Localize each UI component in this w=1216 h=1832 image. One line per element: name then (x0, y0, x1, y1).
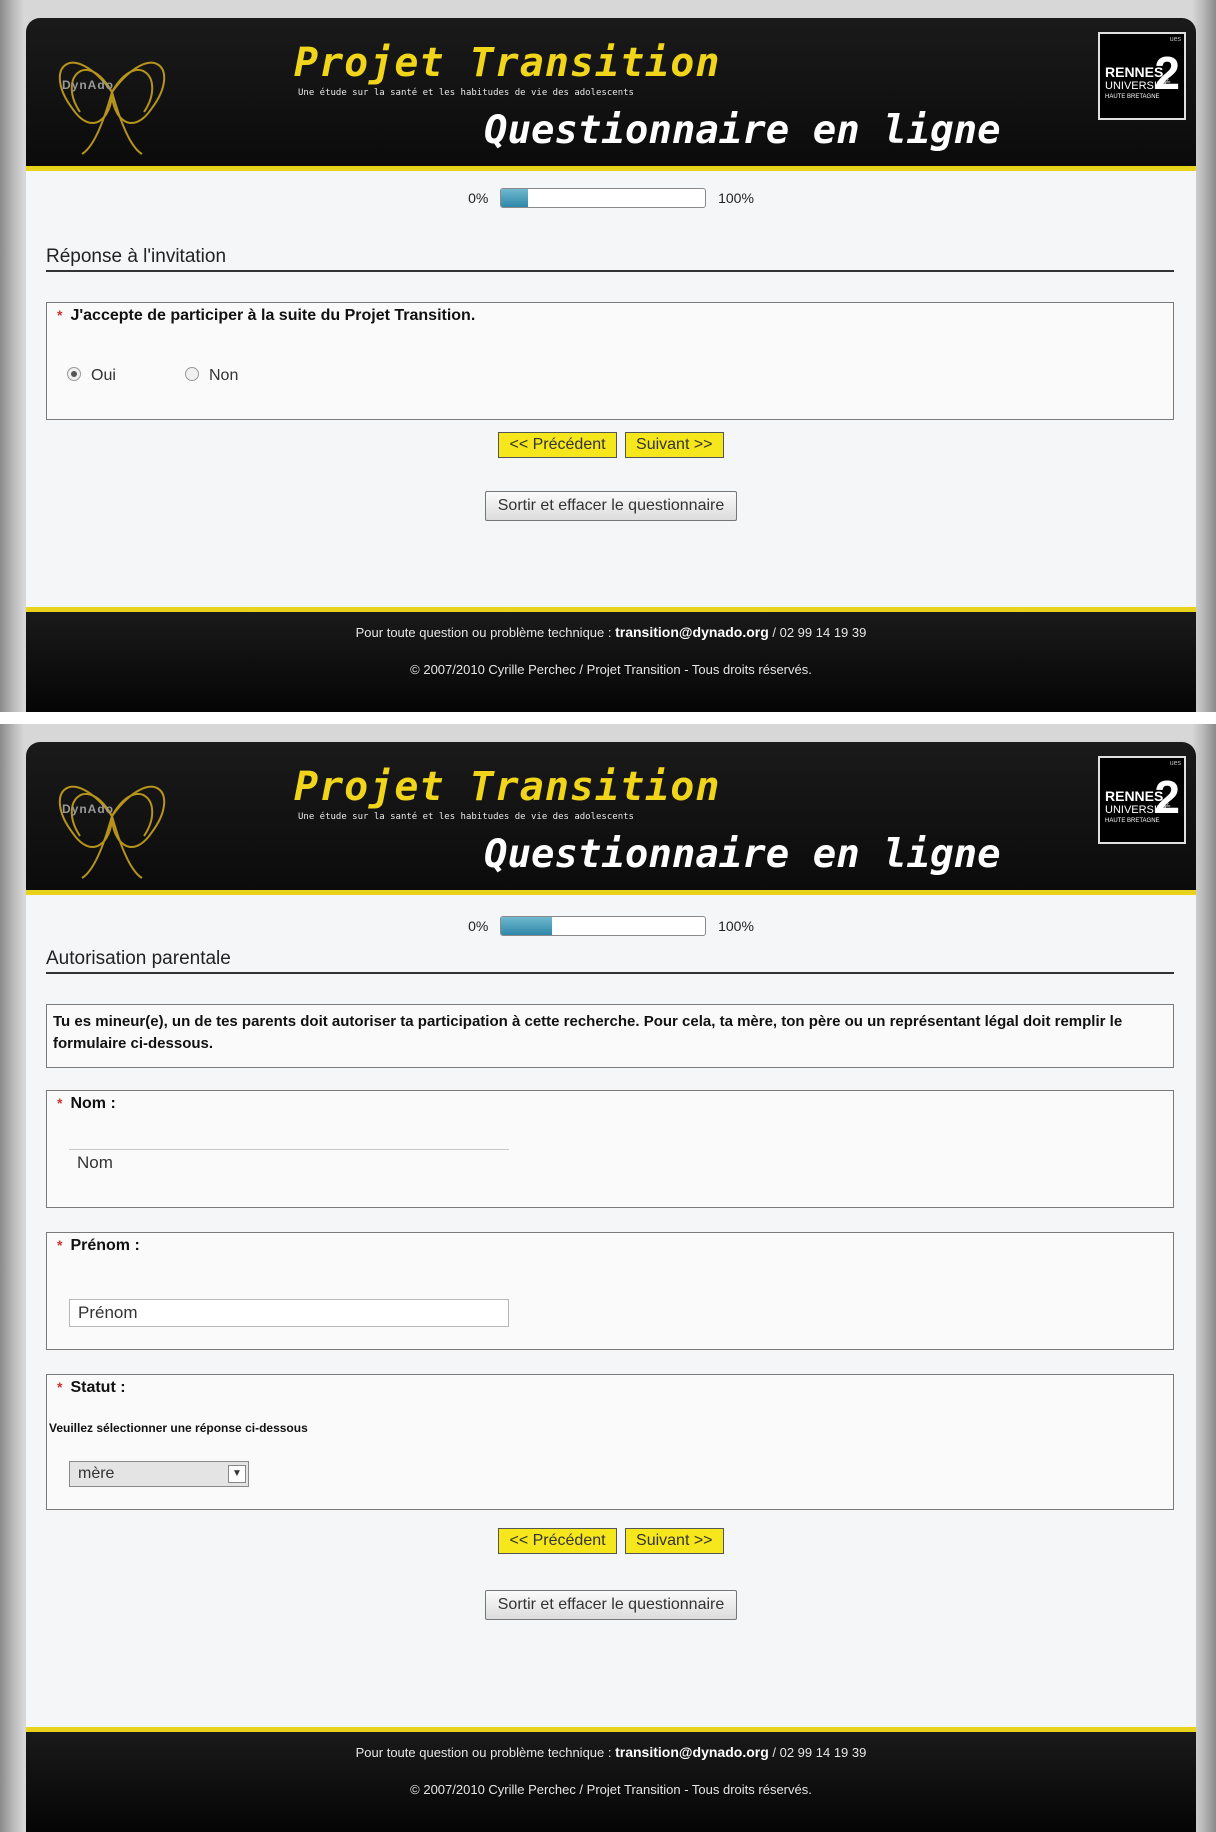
prenom-label: * Prénom : (57, 1237, 140, 1254)
dynado-logo (32, 28, 192, 158)
intro-box: Tu es mineur(e), un de tes parents doit … (46, 1004, 1174, 1068)
dynado-word: DynAdo (62, 78, 114, 92)
dynado-logo (32, 752, 192, 882)
contact-email[interactable]: transition@dynado.org (615, 624, 769, 640)
dynado-word: DynAdo (62, 802, 114, 816)
previous-button[interactable]: << Précédent (498, 432, 617, 458)
questionnaire-title: Questionnaire en ligne (484, 108, 1001, 153)
nom-box: * Nom : Nom (46, 1090, 1174, 1208)
prenom-input[interactable]: Prénom (69, 1299, 509, 1327)
rennes2-logo: ues RENNES UNIVERSITÉ HAUTE BRETAGNE 2 (1098, 756, 1186, 844)
exit-button[interactable]: Sortir et effacer le questionnaire (484, 1590, 738, 1620)
statut-label: * Statut : (57, 1379, 126, 1396)
page-window: DynAdo Projet Transition Une étude sur l… (26, 742, 1196, 1832)
statut-select[interactable]: mère ▼ (69, 1461, 249, 1487)
nom-label: * Nom : (57, 1095, 116, 1112)
site-footer: Pour toute question ou problème techniqu… (26, 607, 1196, 712)
radio-empty-icon[interactable] (185, 367, 199, 381)
statut-helper: Veuillez sélectionner une réponse ci-des… (49, 1421, 308, 1435)
progress-fill (501, 189, 528, 207)
statut-box: * Statut : Veuillez sélectionner une répo… (46, 1374, 1174, 1510)
section-title: Réponse à l'invitation (46, 246, 227, 267)
progress-bar (500, 188, 707, 208)
exit-button[interactable]: Sortir et effacer le questionnaire (484, 491, 738, 521)
progress-indicator: 0% 100% (26, 916, 1196, 936)
screenshot-invitation: DynAdo Projet Transition Une étude sur l… (0, 0, 1216, 712)
radio-selected-icon[interactable] (67, 367, 81, 381)
radio-oui[interactable]: Oui (67, 367, 116, 385)
section-divider (46, 270, 1174, 272)
question-label: * J'accepte de participer à la suite du P… (57, 307, 475, 325)
footer-contact: Pour toute question ou problème techniqu… (355, 1744, 867, 1760)
next-button[interactable]: Suivant >> (625, 1528, 724, 1554)
site-header: DynAdo Projet Transition Une étude sur l… (26, 742, 1196, 895)
next-button[interactable]: Suivant >> (625, 432, 724, 458)
progress-fill (501, 917, 553, 935)
radio-non[interactable]: Non (185, 367, 238, 385)
contact-email[interactable]: transition@dynado.org (615, 1744, 769, 1760)
section-title: Autorisation parentale (46, 948, 231, 969)
chevron-down-icon[interactable]: ▼ (228, 1465, 246, 1483)
radio-oui-label: Oui (91, 367, 116, 384)
footer-copyright: © 2007/2010 Cyrille Perchec / Projet Tra… (410, 662, 812, 677)
site-footer: Pour toute question ou problème techniqu… (26, 1727, 1196, 1832)
progress-start-label: 0% (468, 918, 489, 934)
progress-bar (500, 916, 707, 936)
question-text: J'accepte de participer à la suite du Pr… (70, 307, 476, 324)
nav-buttons: << Précédent Suivant >> (26, 432, 1196, 458)
progress-end-label: 100% (718, 190, 754, 206)
statut-selected-value: mère (78, 1465, 115, 1482)
rennes2-logo: ues RENNES UNIVERSITÉ HAUTE BRETAGNE 2 (1098, 32, 1186, 120)
previous-button[interactable]: << Précédent (498, 1528, 617, 1554)
exit-row: Sortir et effacer le questionnaire (26, 491, 1196, 521)
prenom-box: * Prénom : Prénom (46, 1232, 1174, 1350)
site-subtitle: Une étude sur la santé et les habitudes … (298, 88, 634, 98)
exit-row: Sortir et effacer le questionnaire (26, 1590, 1196, 1620)
site-header: DynAdo Projet Transition Une étude sur l… (26, 18, 1196, 171)
nom-input[interactable]: Nom (69, 1149, 509, 1177)
site-title: Projet Transition (294, 764, 721, 810)
required-mark: * (57, 307, 63, 323)
screenshot-autorisation: DynAdo Projet Transition Une étude sur l… (0, 724, 1216, 1832)
section-divider (46, 972, 1174, 974)
footer-contact: Pour toute question ou problème techniqu… (355, 624, 867, 640)
questionnaire-title: Questionnaire en ligne (484, 832, 1001, 877)
progress-indicator: 0% 100% (26, 188, 1196, 208)
site-subtitle: Une étude sur la santé et les habitudes … (298, 812, 634, 822)
progress-start-label: 0% (468, 190, 489, 206)
page-window: DynAdo Projet Transition Une étude sur l… (26, 18, 1196, 712)
footer-copyright: © 2007/2010 Cyrille Perchec / Projet Tra… (410, 1782, 812, 1797)
progress-end-label: 100% (718, 918, 754, 934)
site-title: Projet Transition (294, 40, 721, 86)
question-box: * J'accepte de participer à la suite du P… (46, 302, 1174, 420)
nav-buttons: << Précédent Suivant >> (26, 1528, 1196, 1554)
radio-non-label: Non (209, 367, 239, 384)
